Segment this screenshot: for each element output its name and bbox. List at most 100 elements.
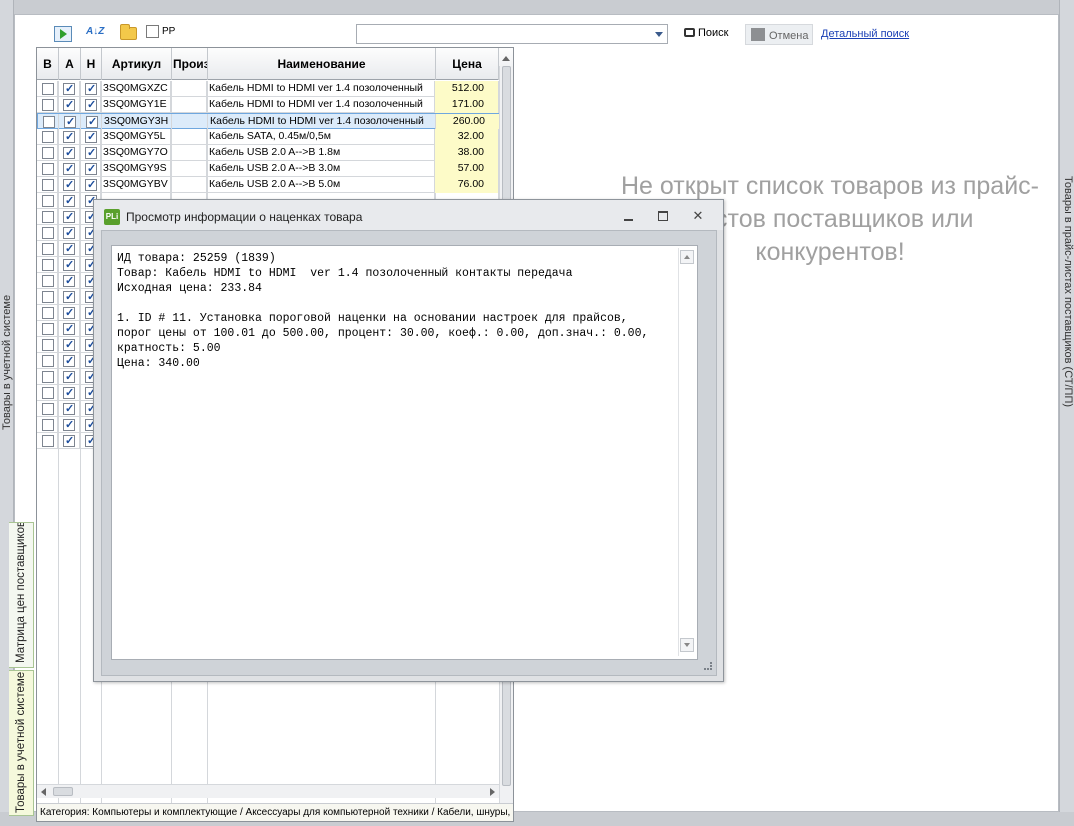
right-side-label[interactable]: Товары в прайс-листах поставщиков (СТ/ПП… — [1062, 176, 1074, 536]
row-checkbox-v[interactable] — [42, 307, 54, 319]
row-checkbox-n[interactable] — [85, 130, 97, 145]
row-checkbox-v[interactable] — [42, 387, 54, 399]
column-header-v[interactable]: В — [37, 48, 59, 80]
row-checkbox-a[interactable] — [63, 226, 75, 241]
table-row[interactable]: 3SQ0MGY1E Кабель HDMI to HDMI ver 1.4 поз… — [37, 97, 499, 113]
row-checkbox-n[interactable] — [85, 178, 97, 193]
row-checkbox-a[interactable] — [63, 418, 75, 433]
row-checkbox-a[interactable] — [63, 386, 75, 401]
table-row[interactable]: 3SQ0MGXZC Кабель HDMI to HDMI ver 1.4 поз… — [37, 81, 499, 97]
scroll-left-icon[interactable] — [41, 788, 46, 796]
row-checkbox-v[interactable] — [42, 163, 54, 175]
sku-cell: 3SQ0MGYBV — [101, 177, 171, 193]
row-checkbox-a[interactable] — [63, 146, 75, 161]
row-checkbox-v[interactable] — [42, 147, 54, 159]
row-checkbox-a[interactable] — [63, 178, 75, 193]
scroll-right-icon[interactable] — [490, 788, 495, 796]
checkbox-cell — [58, 161, 80, 177]
row-checkbox-a[interactable] — [63, 210, 75, 225]
row-checkbox-v[interactable] — [42, 371, 54, 383]
row-checkbox-a[interactable] — [63, 322, 75, 337]
row-checkbox-a[interactable] — [63, 370, 75, 385]
row-checkbox-v[interactable] — [42, 419, 54, 431]
row-checkbox-a[interactable] — [63, 274, 75, 289]
product-name-cell: Кабель SATA, 0.45м/0,5м — [207, 129, 435, 145]
row-checkbox-v[interactable] — [42, 339, 54, 351]
column-header-name[interactable]: Наименование — [208, 48, 436, 80]
scroll-up-icon[interactable] — [680, 250, 694, 264]
row-checkbox-v[interactable] — [42, 275, 54, 287]
row-checkbox-a[interactable] — [63, 194, 75, 209]
row-checkbox-v[interactable] — [42, 83, 54, 95]
row-checkbox-n[interactable] — [85, 146, 97, 161]
row-checkbox-a[interactable] — [63, 290, 75, 305]
dropdown-arrow-icon[interactable] — [655, 32, 663, 37]
markup-info-text[interactable]: ИД товара: 25259 (1839) Товар: Кабель HDM… — [111, 245, 698, 660]
checkbox-cell — [37, 417, 58, 433]
minimize-icon[interactable] — [618, 209, 640, 223]
horizontal-scrollbar[interactable] — [37, 784, 499, 798]
column-header-sku[interactable]: Артикул — [102, 48, 172, 80]
row-checkbox-v[interactable] — [42, 243, 54, 255]
search-combobox[interactable] — [356, 24, 668, 44]
maximize-icon[interactable] — [652, 209, 674, 223]
row-checkbox-v[interactable] — [42, 211, 54, 223]
row-checkbox-a[interactable] — [63, 242, 75, 257]
cancel-button[interactable]: Отмена — [745, 24, 813, 45]
checkbox-cell — [80, 161, 101, 177]
row-checkbox-v[interactable] — [42, 323, 54, 335]
row-checkbox-a[interactable] — [63, 354, 75, 369]
row-checkbox-a[interactable] — [63, 258, 75, 273]
row-checkbox-v[interactable] — [42, 355, 54, 367]
table-row[interactable]: 3SQ0MGYBV Кабель USB 2.0 A-->B 5.0м76.00 — [37, 177, 499, 193]
search-button[interactable]: Поиск — [684, 27, 728, 43]
close-icon[interactable]: ✕ — [687, 209, 709, 223]
row-checkbox-a[interactable] — [63, 306, 75, 321]
resize-grip-icon[interactable] — [704, 662, 712, 670]
row-checkbox-v[interactable] — [42, 195, 54, 207]
row-checkbox-a[interactable] — [63, 402, 75, 417]
scroll-down-icon[interactable] — [680, 638, 694, 652]
row-checkbox-v[interactable] — [42, 131, 54, 143]
advanced-search-link[interactable]: Детальный поиск — [821, 28, 909, 40]
column-header-a[interactable]: А — [59, 48, 81, 80]
row-checkbox-v[interactable] — [42, 179, 54, 191]
tab-accounting-products[interactable]: Товары в учетной системе — [9, 670, 34, 816]
right-side-strip[interactable]: Товары в прайс-листах поставщиков (СТ/ПП… — [1059, 0, 1074, 826]
scroll-up-icon[interactable] — [499, 51, 513, 65]
tab-supplier-price-matrix[interactable]: Матрица цен поставщиков — [9, 522, 34, 668]
column-header-n[interactable]: Н — [81, 48, 102, 80]
row-checkbox-a[interactable] — [63, 162, 75, 177]
row-checkbox-v[interactable] — [42, 99, 54, 111]
table-row[interactable]: 3SQ0MGY3H Кабель HDMI to HDMI ver 1.4 поз… — [37, 113, 499, 130]
table-row[interactable]: 3SQ0MGY9S Кабель USB 2.0 A-->B 3.0м57.00 — [37, 161, 499, 177]
row-checkbox-n[interactable] — [86, 115, 98, 130]
table-row[interactable]: 3SQ0MGY7O Кабель USB 2.0 A-->B 1.8м38.00 — [37, 145, 499, 161]
row-checkbox-n[interactable] — [85, 98, 97, 113]
product-name-cell: Кабель HDMI to HDMI ver 1.4 позолоченный — [208, 114, 436, 130]
row-checkbox-v[interactable] — [42, 403, 54, 415]
pp-checkbox[interactable] — [146, 25, 159, 38]
column-header-price[interactable]: Цена — [436, 48, 499, 80]
scroll-thumb[interactable] — [53, 787, 73, 796]
dialog-vertical-scrollbar[interactable] — [678, 248, 695, 656]
row-checkbox-a[interactable] — [63, 130, 75, 145]
open-folder-icon[interactable] — [120, 24, 137, 40]
row-checkbox-a[interactable] — [63, 82, 75, 97]
column-header-maker[interactable]: Производитель — [172, 48, 208, 80]
row-checkbox-v[interactable] — [42, 435, 54, 447]
row-checkbox-n[interactable] — [85, 162, 97, 177]
dialog-titlebar[interactable]: PLi Просмотр информации о наценках товар… — [94, 200, 723, 230]
run-icon[interactable] — [54, 26, 72, 42]
row-checkbox-v[interactable] — [42, 259, 54, 271]
row-checkbox-v[interactable] — [42, 227, 54, 239]
row-checkbox-a[interactable] — [64, 115, 76, 130]
row-checkbox-v[interactable] — [42, 291, 54, 303]
row-checkbox-n[interactable] — [85, 82, 97, 97]
table-row[interactable]: 3SQ0MGY5L Кабель SATA, 0.45м/0,5м32.00 — [37, 129, 499, 145]
row-checkbox-a[interactable] — [63, 98, 75, 113]
row-checkbox-v[interactable] — [43, 116, 55, 128]
row-checkbox-a[interactable] — [63, 434, 75, 449]
sort-az-icon[interactable]: A↓Z — [86, 26, 104, 42]
row-checkbox-a[interactable] — [63, 338, 75, 353]
